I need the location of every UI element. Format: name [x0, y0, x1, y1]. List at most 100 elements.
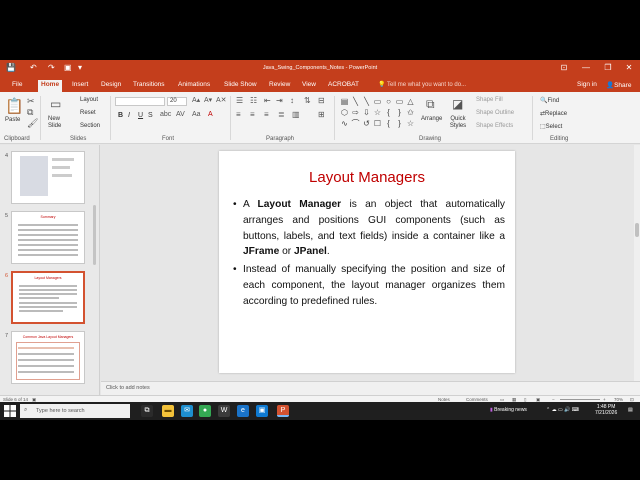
section-button[interactable]: Section [80, 123, 100, 129]
tab-transitions[interactable]: Transitions [130, 80, 168, 92]
decrease-font-icon[interactable]: A▾ [204, 96, 212, 104]
tab-acrobat[interactable]: ACROBAT [325, 80, 362, 92]
tab-design[interactable]: Design [98, 80, 124, 92]
file-explorer-icon[interactable]: ▬ [162, 405, 174, 417]
shape-star-icon[interactable]: ☆ [406, 119, 415, 128]
new-slide-button[interactable]: New Slide [48, 116, 70, 130]
scrollbar-thumb[interactable] [635, 223, 639, 237]
shape-callout-icon[interactable]: ☐ [373, 119, 382, 128]
quick-styles-icon[interactable]: ◪ [452, 97, 463, 111]
bullets-icon[interactable]: ☰ [236, 96, 243, 105]
format-painter-icon[interactable]: 🖌 [27, 118, 38, 129]
shape-rect-icon[interactable]: ▭ [395, 97, 404, 106]
notes-pane[interactable]: Click to add notes [101, 381, 640, 395]
arrange-icon[interactable]: ⧉ [426, 97, 435, 112]
replace-button[interactable]: ⇄Replace [540, 110, 567, 117]
shape-brace-icon[interactable]: { [384, 119, 393, 128]
center-icon[interactable]: ≡ [250, 110, 255, 119]
tab-slide-show[interactable]: Slide Show [221, 80, 260, 92]
cut-icon[interactable]: ✂ [27, 96, 35, 107]
slide-vertical-scrollbar[interactable] [634, 145, 640, 381]
thumbnail-scrollbar[interactable] [93, 205, 96, 265]
tab-insert[interactable]: Insert [69, 80, 91, 92]
slide-thumbnail-7[interactable]: Common Java Layout Managers [11, 331, 85, 384]
restore-button[interactable]: ❐ [599, 62, 617, 74]
shape-curve-icon[interactable]: ⌒ [351, 119, 360, 128]
tab-home[interactable]: Home [38, 80, 63, 92]
shape-effects-button[interactable]: Shape Effects [476, 123, 513, 129]
windows-start-icon[interactable] [4, 405, 16, 417]
shape-curve-icon[interactable]: ↺ [362, 119, 371, 128]
share-button[interactable]: 👤Share [606, 81, 631, 89]
close-button[interactable]: ✕ [620, 62, 638, 74]
shape-brace-icon[interactable]: } [395, 119, 404, 128]
shape-rectangle-icon[interactable]: ▭ [373, 97, 382, 106]
shape-curve-icon[interactable]: ∿ [340, 119, 349, 128]
shape-brace-icon[interactable]: } [395, 108, 404, 117]
shape-line-icon[interactable]: ╲ [362, 97, 371, 106]
arrange-button[interactable]: Arrange [421, 116, 442, 122]
shape-brace-icon[interactable]: { [384, 108, 393, 117]
bold-button[interactable]: B [118, 112, 123, 119]
quick-styles-button[interactable]: Quick Styles [447, 116, 469, 130]
tab-review[interactable]: Review [266, 80, 293, 92]
underline-button[interactable]: U [138, 112, 143, 119]
columns-icon[interactable]: ▥ [292, 110, 300, 119]
clock[interactable]: 1:48 PM 7/21/2026 [595, 404, 617, 416]
shape-line-icon[interactable]: ╲ [351, 97, 360, 106]
zoom-slider[interactable] [560, 399, 600, 400]
font-name-combo[interactable] [115, 97, 165, 106]
taskbar-search-box[interactable]: ⌕ Type here to search [20, 404, 130, 418]
italic-button[interactable]: I [128, 112, 130, 119]
slide-thumbnail-6[interactable]: Layout Managers [11, 271, 85, 324]
shape-textbox-icon[interactable]: ▤ [340, 97, 349, 106]
slide-content[interactable]: • A Layout Manager is an object that auto… [233, 197, 505, 312]
slide-thumbnail-4[interactable] [11, 151, 85, 204]
justify-icon[interactable]: ≣ [278, 110, 285, 119]
tell-me-box[interactable]: 💡 Tell me what you want to do... [378, 81, 466, 88]
select-button[interactable]: ⬚Select [540, 123, 562, 130]
copy-icon[interactable]: ⧉ [27, 107, 33, 118]
system-tray-icons[interactable]: ⌃ ☁ ▭ 🔊 ⌨ [546, 407, 579, 413]
shape-hexagon-icon[interactable]: ⬡ [340, 108, 349, 117]
tab-file[interactable]: File [9, 80, 25, 92]
increase-indent-icon[interactable]: ⇥ [276, 96, 283, 105]
mail-icon[interactable]: ✉ [181, 405, 193, 417]
store-icon[interactable]: ▣ [256, 405, 268, 417]
powerpoint-taskbar-icon[interactable]: P [277, 405, 289, 417]
slide-title[interactable]: Layout Managers [219, 169, 515, 186]
shape-arrow-icon[interactable]: ⇨ [351, 108, 360, 117]
reset-button[interactable]: Reset [80, 110, 96, 116]
shadow-button[interactable]: S [148, 112, 153, 119]
minimize-button[interactable]: — [577, 62, 595, 74]
shape-star-icon[interactable]: ✩ [406, 108, 415, 117]
shape-fill-button[interactable]: Shape Fill [476, 97, 503, 103]
paste-button-label[interactable]: Paste [5, 117, 20, 123]
news-widget[interactable]: ▮ Breaking news [490, 407, 527, 413]
shape-oval-icon[interactable]: ○ [384, 97, 393, 106]
change-case-icon[interactable]: Aa [192, 111, 201, 118]
align-right-icon[interactable]: ≡ [264, 110, 269, 119]
ribbon-display-options-icon[interactable]: ⊡ [555, 62, 573, 74]
tab-animations[interactable]: Animations [175, 80, 213, 92]
new-slide-icon[interactable]: ▭ [50, 97, 61, 111]
smartart-icon[interactable]: ⊞ [318, 110, 325, 119]
find-button[interactable]: 🔍Find [540, 97, 559, 104]
align-left-icon[interactable]: ≡ [236, 110, 241, 119]
decrease-indent-icon[interactable]: ⇤ [264, 96, 271, 105]
task-view-icon[interactable]: ⧉ [141, 405, 153, 417]
shape-star-icon[interactable]: ☆ [373, 108, 382, 117]
edge-icon[interactable]: e [237, 405, 249, 417]
shape-triangle-icon[interactable]: △ [406, 97, 415, 106]
word-icon[interactable]: W [218, 405, 230, 417]
slide-thumbnail-5[interactable]: Summary [11, 211, 85, 264]
shape-outline-button[interactable]: Shape Outline [476, 110, 514, 116]
paste-icon[interactable]: 📋 [5, 97, 24, 115]
notifications-icon[interactable]: ▤ [628, 407, 633, 413]
chrome-icon[interactable]: ● [199, 405, 211, 417]
strikethrough-icon[interactable]: abc [160, 111, 171, 118]
current-slide[interactable]: Layout Managers • A Layout Manager is an … [219, 151, 515, 373]
text-direction-icon[interactable]: ⇅ [304, 96, 311, 105]
shape-arrow-icon[interactable]: ⇩ [362, 108, 371, 117]
sign-in-link[interactable]: Sign in [577, 81, 597, 88]
